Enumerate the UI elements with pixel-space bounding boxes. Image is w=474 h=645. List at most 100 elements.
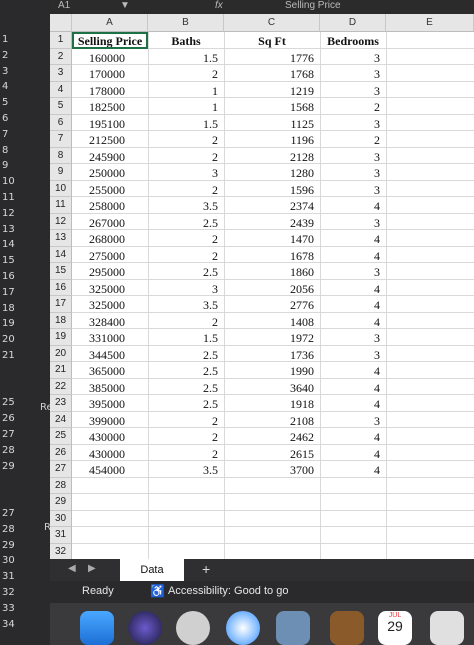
row-header[interactable]: 24 [50, 411, 72, 428]
data-cell[interactable]: 2 [148, 314, 224, 331]
data-cell[interactable]: 267000 [72, 215, 148, 232]
data-cell[interactable]: 1768 [224, 66, 320, 83]
notes-icon[interactable] [430, 611, 464, 645]
data-cell[interactable]: 3700 [224, 462, 320, 479]
data-cell[interactable]: 195100 [72, 116, 148, 133]
data-cell[interactable]: 395000 [72, 396, 148, 413]
data-cell[interactable]: 4 [320, 363, 386, 380]
data-cell[interactable]: 255000 [72, 182, 148, 199]
data-cell[interactable]: 4 [320, 198, 386, 215]
data-cell[interactable]: 2 [148, 66, 224, 83]
row-header[interactable]: 20 [50, 345, 72, 362]
prev-sheet-icon[interactable]: ◀ [68, 563, 76, 574]
header-cell[interactable]: Baths [148, 33, 224, 50]
row-header[interactable]: 19 [50, 329, 72, 346]
data-cell[interactable]: 1280 [224, 165, 320, 182]
data-cell[interactable]: 3.5 [148, 198, 224, 215]
row-header[interactable]: 16 [50, 279, 72, 296]
data-cell[interactable]: 1408 [224, 314, 320, 331]
data-cell[interactable]: 2128 [224, 149, 320, 166]
data-cell[interactable]: 4 [320, 231, 386, 248]
data-cell[interactable]: 2439 [224, 215, 320, 232]
data-cell[interactable]: 325000 [72, 281, 148, 298]
data-cell[interactable]: 2 [148, 413, 224, 430]
column-header-e[interactable]: E [386, 14, 474, 32]
safari-icon[interactable] [226, 611, 260, 645]
row-header[interactable]: 12 [50, 213, 72, 230]
data-cell[interactable]: 3 [320, 165, 386, 182]
data-cell[interactable]: 454000 [72, 462, 148, 479]
data-cell[interactable]: 3 [320, 182, 386, 199]
data-cell[interactable]: 268000 [72, 231, 148, 248]
row-header[interactable]: 2 [50, 48, 72, 65]
data-cell[interactable]: 3.5 [148, 462, 224, 479]
data-cell[interactable]: 1125 [224, 116, 320, 133]
data-cell[interactable]: 2.5 [148, 264, 224, 281]
data-cell[interactable]: 1470 [224, 231, 320, 248]
data-cell[interactable]: 1776 [224, 50, 320, 67]
data-cell[interactable]: 3 [320, 83, 386, 100]
data-cell[interactable]: 365000 [72, 363, 148, 380]
data-cell[interactable]: 2776 [224, 297, 320, 314]
data-cell[interactable]: 295000 [72, 264, 148, 281]
data-cell[interactable]: 212500 [72, 132, 148, 149]
data-cell[interactable]: 2 [148, 446, 224, 463]
data-cell[interactable]: 258000 [72, 198, 148, 215]
data-cell[interactable]: 385000 [72, 380, 148, 397]
data-cell[interactable]: 275000 [72, 248, 148, 265]
row-header[interactable]: 1 [50, 32, 72, 49]
data-cell[interactable]: 1568 [224, 99, 320, 116]
row-header[interactable]: 8 [50, 147, 72, 164]
data-cell[interactable]: 4 [320, 462, 386, 479]
data-cell[interactable]: 3 [320, 330, 386, 347]
contacts-icon[interactable] [330, 611, 364, 645]
data-cell[interactable]: 1 [148, 83, 224, 100]
row-header[interactable]: 28 [50, 477, 72, 494]
row-header[interactable]: 13 [50, 230, 72, 247]
data-cell[interactable]: 2 [148, 248, 224, 265]
row-header[interactable]: 22 [50, 378, 72, 395]
data-cell[interactable]: 2.5 [148, 215, 224, 232]
data-cell[interactable]: 4 [320, 396, 386, 413]
data-cell[interactable]: 3 [320, 116, 386, 133]
data-cell[interactable]: 3640 [224, 380, 320, 397]
data-cell[interactable]: 1918 [224, 396, 320, 413]
data-cell[interactable]: 2 [320, 99, 386, 116]
data-cell[interactable]: 2.5 [148, 347, 224, 364]
data-cell[interactable]: 2108 [224, 413, 320, 430]
row-header[interactable]: 30 [50, 510, 72, 527]
row-header[interactable]: 3 [50, 65, 72, 82]
data-cell[interactable]: 4 [320, 297, 386, 314]
formula-input[interactable]: Selling Price [285, 0, 341, 11]
column-header-d[interactable]: D [320, 14, 386, 32]
data-cell[interactable]: 1 [148, 99, 224, 116]
data-cell[interactable]: 3 [320, 215, 386, 232]
data-cell[interactable]: 4 [320, 281, 386, 298]
data-cell[interactable]: 2 [148, 132, 224, 149]
row-header[interactable]: 17 [50, 296, 72, 313]
sheet-tab-data[interactable]: Data [120, 559, 184, 581]
data-cell[interactable]: 3 [320, 264, 386, 281]
siri-icon[interactable] [128, 611, 162, 645]
row-header[interactable]: 11 [50, 197, 72, 214]
calendar-icon[interactable]: JUL 29 [378, 611, 412, 645]
data-cell[interactable]: 3 [148, 281, 224, 298]
column-header-c[interactable]: C [224, 14, 320, 32]
data-cell[interactable]: 4 [320, 446, 386, 463]
data-cell[interactable]: 3 [148, 165, 224, 182]
data-cell[interactable]: 1219 [224, 83, 320, 100]
row-header[interactable]: 26 [50, 444, 72, 461]
data-cell[interactable]: 4 [320, 314, 386, 331]
data-cell[interactable]: 344500 [72, 347, 148, 364]
data-cell[interactable]: 2.5 [148, 396, 224, 413]
data-cell[interactable]: 2 [148, 182, 224, 199]
data-cell[interactable]: 4 [320, 380, 386, 397]
data-cell[interactable]: 399000 [72, 413, 148, 430]
data-cell[interactable]: 2374 [224, 198, 320, 215]
data-cell[interactable]: 2056 [224, 281, 320, 298]
row-header[interactable]: 32 [50, 543, 72, 559]
add-sheet-button[interactable]: + [202, 561, 210, 577]
data-cell[interactable]: 3 [320, 347, 386, 364]
data-cell[interactable]: 4 [320, 248, 386, 265]
select-all-corner[interactable] [50, 14, 72, 32]
